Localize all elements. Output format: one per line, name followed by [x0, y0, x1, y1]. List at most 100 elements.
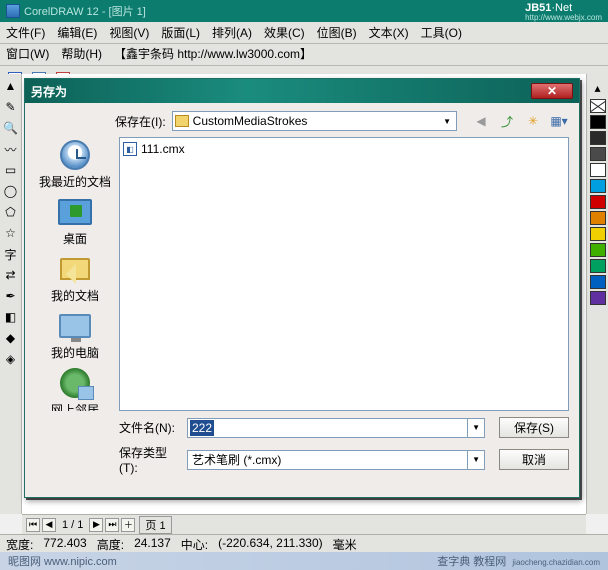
ellipse-tool[interactable]: ◯	[1, 181, 21, 201]
page-indicator: 1 / 1	[58, 519, 87, 531]
filetype-value: 艺术笔刷 (*.cmx)	[188, 451, 467, 468]
cancel-button[interactable]: 取消	[499, 449, 569, 470]
menu-item-2[interactable]: 视图(V)	[109, 24, 149, 41]
color-swatch-8[interactable]	[590, 243, 606, 257]
save-in-folder-name: CustomMediaStrokes	[193, 114, 440, 128]
menu-item-4[interactable]: 排列(A)	[212, 24, 252, 41]
menu-item-6[interactable]: 位图(B)	[317, 24, 357, 41]
chevron-down-icon[interactable]: ▼	[467, 419, 484, 437]
desktop-icon	[58, 199, 92, 225]
nav-views-button[interactable]: ▦▾	[549, 111, 569, 131]
footer-right: 查字典 教程网	[437, 556, 506, 568]
freehand-tool[interactable]: 〰	[1, 139, 21, 159]
nav-newfolder-button[interactable]: ✳	[523, 111, 543, 131]
blend-tool[interactable]: ⇄	[1, 265, 21, 285]
menu-item-1[interactable]: 编辑(E)	[57, 24, 97, 41]
chevron-down-icon[interactable]: ▼	[467, 451, 484, 469]
page-first[interactable]: ⏮	[26, 518, 40, 532]
place-desktop[interactable]: 桌面	[58, 194, 92, 249]
color-swatch-7[interactable]	[590, 227, 606, 241]
fill-tool[interactable]: ◆	[1, 328, 21, 348]
text-tool[interactable]: 字	[1, 244, 21, 264]
footer-left: 昵图网 www.nipic.com	[8, 553, 117, 569]
status-width-label: 宽度:	[6, 536, 33, 551]
color-swatch-0[interactable]	[590, 115, 606, 129]
menu-item-5[interactable]: 效果(C)	[264, 24, 305, 41]
dialog-close-button[interactable]: ✕	[531, 83, 573, 99]
interactive-fill-tool[interactable]: ◈	[1, 349, 21, 369]
page-prev[interactable]: ◀	[42, 518, 56, 532]
menu-item-0[interactable]: 文件(F)	[6, 24, 45, 41]
basic-shape-tool[interactable]: ☆	[1, 223, 21, 243]
app-title-bar: CorelDRAW 12 - [图片 1] JB51·Net http://ww…	[0, 0, 608, 22]
place-label: 桌面	[58, 230, 92, 247]
menu-window[interactable]: 窗口(W)	[6, 45, 49, 62]
menu-bar: 文件(F) 编辑(E) 视图(V) 版面(L) 排列(A) 效果(C) 位图(B) 文本(X)…	[0, 22, 608, 44]
color-swatch-9[interactable]	[590, 259, 606, 273]
zoom-tool[interactable]: 🔍	[1, 118, 21, 138]
palette-up[interactable]: ▴	[588, 78, 608, 98]
menu-help[interactable]: 帮助(H)	[61, 45, 102, 62]
filename-combo[interactable]: 222 ▼	[187, 418, 485, 438]
eyedropper-tool[interactable]: ✒	[1, 286, 21, 306]
places-bar: 我最近的文档桌面我的文档我的电脑网上邻居	[35, 137, 115, 411]
shape-tool[interactable]: ✎	[1, 97, 21, 117]
pick-tool[interactable]: ▲	[1, 76, 21, 96]
place-docs[interactable]: 我的文档	[51, 251, 99, 306]
dialog-titlebar[interactable]: 另存为 ✕	[25, 79, 579, 103]
status-center-label: 中心:	[181, 536, 208, 551]
app-icon	[6, 4, 20, 18]
outline-tool[interactable]: ◧	[1, 307, 21, 327]
filename-value[interactable]: 222	[190, 420, 214, 436]
no-color-swatch[interactable]	[590, 99, 606, 113]
filetype-combo[interactable]: 艺术笔刷 (*.cmx) ▼	[187, 450, 485, 470]
menu-item-3[interactable]: 版面(L)	[161, 24, 200, 41]
save-button[interactable]: 保存(S)	[499, 417, 569, 438]
filename-label: 文件名(N):	[119, 419, 179, 436]
place-net[interactable]: 网上邻居	[51, 365, 99, 411]
place-recent[interactable]: 我最近的文档	[39, 137, 111, 192]
save-in-combo[interactable]: CustomMediaStrokes ▼	[172, 111, 457, 131]
color-swatch-11[interactable]	[590, 291, 606, 305]
status-center-val: (-220.634, 211.330)	[218, 536, 323, 551]
folder-icon	[175, 115, 189, 127]
color-swatch-1[interactable]	[590, 131, 606, 145]
place-label: 网上邻居	[51, 401, 99, 411]
nav-up-button[interactable]: ⤴	[497, 111, 517, 131]
color-swatch-5[interactable]	[590, 195, 606, 209]
place-pc[interactable]: 我的电脑	[51, 308, 99, 363]
cmx-file-icon: ◧	[123, 142, 137, 156]
page-next[interactable]: ▶	[89, 518, 103, 532]
net-icon	[60, 368, 90, 398]
page-add[interactable]: ＋	[121, 518, 135, 532]
left-toolbox: ▲ ✎ 🔍 〰 ▭ ◯ ⬠ ☆ 字 ⇄ ✒ ◧ ◆ ◈	[0, 74, 22, 514]
color-swatch-10[interactable]	[590, 275, 606, 289]
polygon-tool[interactable]: ⬠	[1, 202, 21, 222]
status-height-label: 高度:	[97, 536, 124, 551]
menu-item-7[interactable]: 文本(X)	[369, 24, 409, 41]
page-tab[interactable]: 页 1	[139, 516, 171, 534]
page-last[interactable]: ⏭	[105, 518, 119, 532]
place-label: 我的文档	[51, 287, 99, 304]
pc-icon	[59, 314, 91, 338]
docs-icon	[60, 258, 90, 280]
color-swatch-4[interactable]	[590, 179, 606, 193]
file-name: 111.cmx	[141, 142, 185, 156]
status-bar: 宽度: 772.403 高度: 24.137 中心: (-220.634, 21…	[0, 534, 608, 552]
color-swatch-6[interactable]	[590, 211, 606, 225]
color-swatch-3[interactable]	[590, 163, 606, 177]
page-navigator: ⏮ ◀ 1 / 1 ▶ ⏭ ＋ 页 1	[22, 514, 586, 534]
color-swatch-2[interactable]	[590, 147, 606, 161]
status-unit: 毫米	[333, 536, 357, 551]
menu-item-8[interactable]: 工具(O)	[421, 24, 462, 41]
save-as-dialog: 另存为 ✕ 保存在(I): CustomMediaStrokes ▼ ◀ ⤴ ✳…	[24, 78, 580, 498]
place-label: 我最近的文档	[39, 173, 111, 190]
chevron-down-icon[interactable]: ▼	[440, 117, 454, 126]
jb51-watermark: JB51·Net http://www.webjx.com	[525, 2, 602, 21]
nav-back-button[interactable]: ◀	[471, 111, 491, 131]
color-palette: ▴	[586, 74, 608, 514]
file-item[interactable]: ◧ 111.cmx	[123, 141, 565, 157]
file-list[interactable]: ◧ 111.cmx	[119, 137, 569, 411]
rect-tool[interactable]: ▭	[1, 160, 21, 180]
place-label: 我的电脑	[51, 344, 99, 361]
